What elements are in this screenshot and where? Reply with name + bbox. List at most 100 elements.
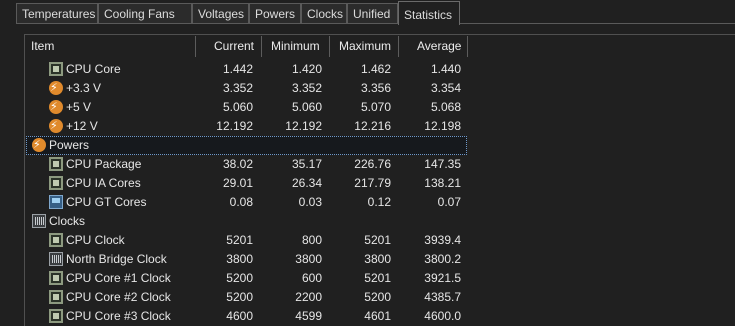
cell-current: 3.352 [222, 81, 253, 95]
cell-minimum: 0.03 [298, 195, 322, 209]
selection-highlight [26, 136, 467, 155]
cell-maximum: 217.79 [354, 176, 391, 190]
cell-average: 3939.4 [424, 233, 461, 247]
cell-minimum: 1.420 [291, 62, 322, 76]
cell-maximum: 4601 [364, 309, 391, 323]
cell-average: 138.21 [424, 176, 461, 190]
column-separator[interactable] [329, 36, 330, 57]
cell-minimum: 12.192 [285, 119, 322, 133]
group-row-powers[interactable]: Powers [25, 135, 735, 155]
table-header: Item Current Minimum Maximum Average [25, 35, 735, 57]
chip-icon [49, 233, 63, 247]
row-name: +12 V [66, 119, 98, 133]
table-row[interactable]: CPU Core #3 Clock 4600 4599 4601 4600.0 [25, 307, 735, 326]
row-name: CPU GT Cores [66, 195, 147, 209]
tab-divider [16, 23, 735, 24]
group-name: Powers [49, 138, 90, 152]
tab-unified[interactable]: Unified [347, 3, 398, 24]
table-row[interactable]: CPU Package 38.02 35.17 226.76 147.35 [25, 155, 735, 174]
tab-clocks[interactable]: Clocks [301, 3, 347, 24]
cell-minimum: 3.352 [291, 81, 322, 95]
table-row[interactable]: CPU Core 1.442 1.420 1.462 1.440 [25, 60, 735, 79]
tab-voltages[interactable]: Voltages [192, 3, 249, 24]
cell-maximum: 0.12 [367, 195, 391, 209]
chip-icon [49, 62, 63, 76]
cell-average: 147.35 [424, 157, 461, 171]
column-average[interactable]: Average [417, 35, 461, 57]
cell-current: 5201 [226, 233, 253, 247]
chip-icon [49, 309, 63, 323]
row-name: +5 V [66, 100, 92, 114]
row-name: CPU Core #1 Clock [66, 271, 171, 285]
column-separator[interactable] [195, 36, 196, 57]
column-separator[interactable] [261, 36, 262, 57]
row-name: North Bridge Clock [66, 252, 167, 266]
cell-average: 3921.5 [424, 271, 461, 285]
cell-current: 1.442 [222, 62, 253, 76]
tab-statistics[interactable]: Statistics [398, 1, 460, 25]
tab-temperatures[interactable]: Temperatures [16, 3, 98, 24]
column-item[interactable]: Item [31, 35, 54, 57]
table-row[interactable]: North Bridge Clock 3800 3800 3800 3800.2 [25, 250, 735, 269]
statistics-table: Item Current Minimum Maximum Average CPU… [24, 34, 735, 326]
row-name: CPU Core #2 Clock [66, 290, 171, 304]
row-name: CPU IA Cores [66, 176, 141, 190]
table-row[interactable]: +3.3 V 3.352 3.352 3.356 3.354 [25, 78, 735, 98]
gpu-icon [49, 195, 63, 209]
cell-maximum: 5201 [364, 271, 391, 285]
table-row[interactable]: CPU Clock 5201 800 5201 3939.4 [25, 231, 735, 250]
table-row[interactable]: CPU IA Cores 29.01 26.34 217.79 138.21 [25, 174, 735, 193]
row-name: +3.3 V [66, 81, 102, 95]
cell-maximum: 12.216 [354, 119, 391, 133]
cell-minimum: 26.34 [291, 176, 322, 190]
column-current[interactable]: Current [214, 35, 254, 57]
cell-current: 5200 [226, 290, 253, 304]
cell-maximum: 3.356 [360, 81, 391, 95]
cell-average: 3.354 [430, 81, 461, 95]
column-minimum[interactable]: Minimum [271, 35, 320, 57]
cell-current: 4600 [226, 309, 253, 323]
cell-current: 29.01 [222, 176, 253, 190]
power-bolt-icon [32, 135, 46, 154]
clock-icon [32, 214, 46, 228]
cell-current: 38.02 [222, 157, 253, 171]
table-row[interactable]: +5 V 5.060 5.060 5.070 5.068 [25, 97, 735, 117]
group-row-clocks[interactable]: Clocks [25, 212, 735, 231]
row-name: CPU Core [66, 62, 121, 76]
row-name: CPU Clock [66, 233, 125, 247]
cell-minimum: 4599 [295, 309, 322, 323]
group-name: Clocks [49, 214, 86, 228]
cell-average: 5.068 [430, 100, 461, 114]
cell-current: 12.192 [216, 119, 253, 133]
cell-minimum: 3800 [295, 252, 322, 266]
cell-minimum: 5.060 [291, 100, 322, 114]
cell-minimum: 2200 [295, 290, 322, 304]
cell-average: 0.07 [437, 195, 461, 209]
table-row[interactable]: CPU Core #1 Clock 5200 600 5201 3921.5 [25, 269, 735, 288]
chip-icon [49, 157, 63, 171]
power-bolt-icon [49, 78, 63, 97]
chip-icon [49, 290, 63, 304]
power-bolt-icon [49, 97, 63, 116]
cell-current: 3800 [226, 252, 253, 266]
cell-maximum: 226.76 [354, 157, 391, 171]
column-separator[interactable] [467, 36, 468, 57]
cell-maximum: 3800 [364, 252, 391, 266]
cell-maximum: 5.070 [360, 100, 391, 114]
column-separator[interactable] [398, 36, 399, 57]
table-row[interactable]: CPU Core #2 Clock 5200 2200 5200 4385.7 [25, 288, 735, 307]
cell-average: 4600.0 [424, 309, 461, 323]
cell-current: 5200 [226, 271, 253, 285]
cell-current: 5.060 [222, 100, 253, 114]
clock-icon [49, 252, 63, 266]
cell-average: 3800.2 [424, 252, 461, 266]
column-maximum[interactable]: Maximum [339, 35, 391, 57]
table-row[interactable]: CPU GT Cores 0.08 0.03 0.12 0.07 [25, 193, 735, 212]
table-row[interactable]: +12 V 12.192 12.192 12.216 12.198 [25, 116, 735, 136]
cell-maximum: 1.462 [360, 62, 391, 76]
cell-average: 1.440 [430, 62, 461, 76]
cell-minimum: 800 [301, 233, 322, 247]
tab-powers[interactable]: Powers [249, 3, 301, 24]
tab-cooling-fans[interactable]: Cooling Fans [98, 3, 192, 24]
cell-current: 0.08 [229, 195, 253, 209]
